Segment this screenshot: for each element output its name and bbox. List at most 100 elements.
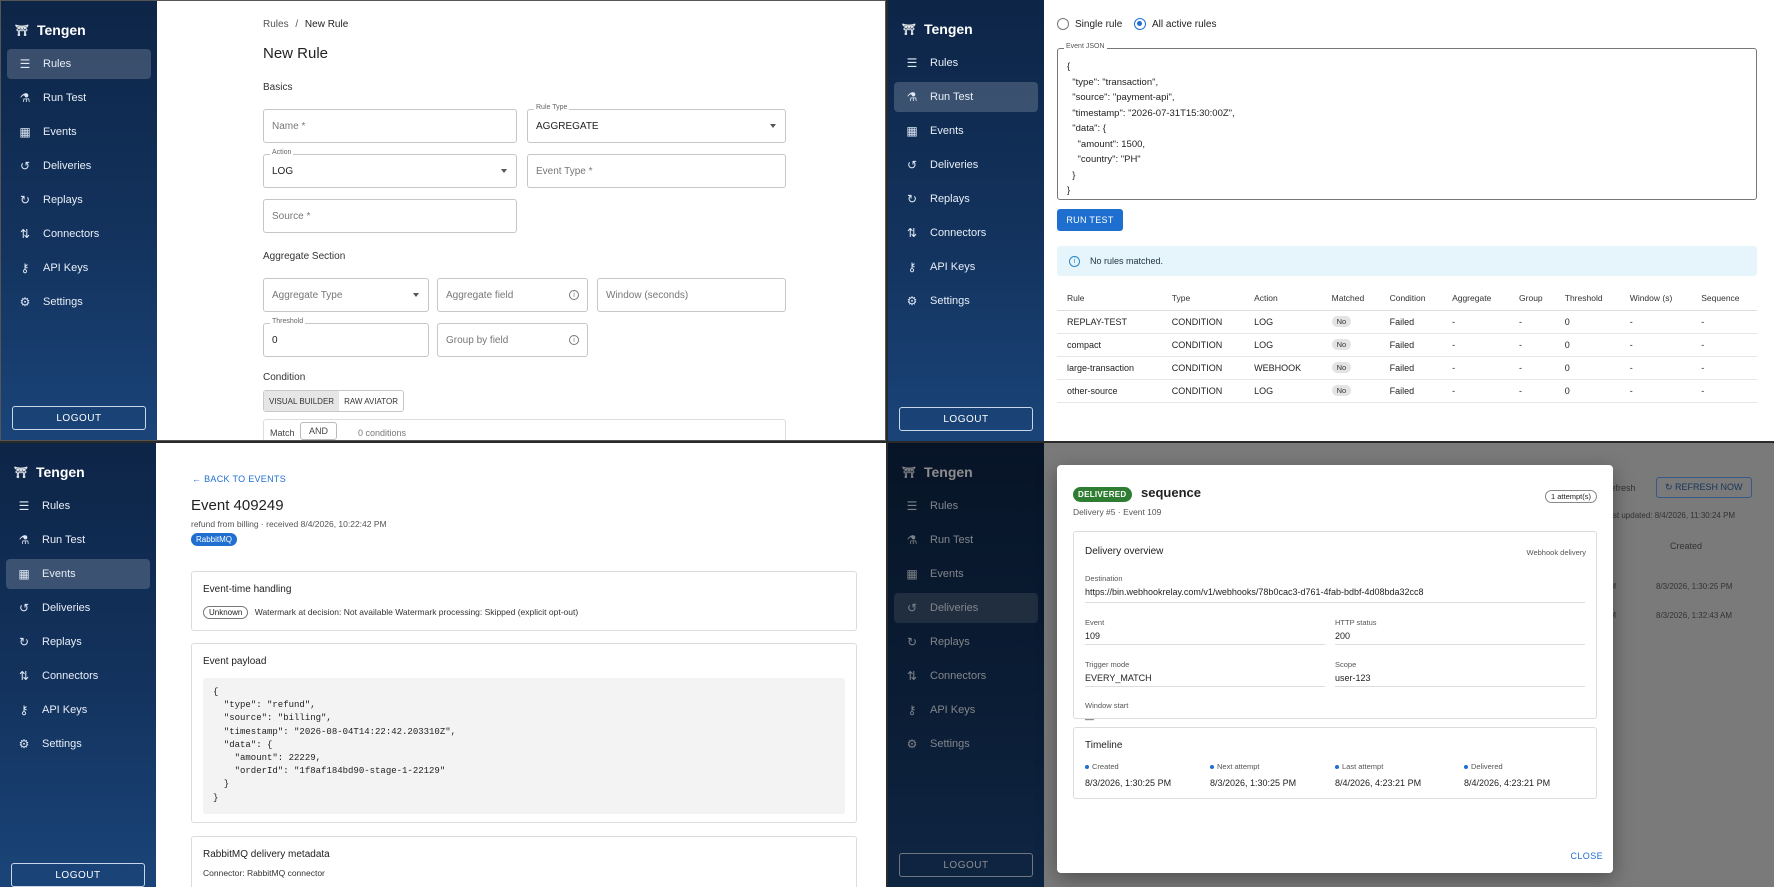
key-icon: ⚷ [907,260,917,274]
sidebar-item-run-test[interactable]: ⚗ Run Test [6,525,150,555]
breadcrumb-rules-link[interactable]: Rules [263,19,289,30]
sidebar-item-events[interactable]: ▦ Events [894,559,1038,589]
sidebar-item-run-test[interactable]: ⚗ Run Test [7,83,151,113]
sidebar-item-replays[interactable]: ↻ Replays [6,627,150,657]
column-header: Aggregate [1442,286,1510,311]
single-rule-radio[interactable]: Single rule [1057,18,1122,30]
sidebar-item-rules[interactable]: ☰ Rules [6,491,150,521]
group-by-field-input[interactable]: Group by field i [437,323,588,357]
table-cell: - [1442,379,1510,403]
threshold-input[interactable]: Threshold 0 [263,318,429,357]
event-field: Event 109 [1085,618,1105,641]
sidebar-item-replays[interactable]: ↻ Replays [894,184,1038,214]
sidebar-item-replays[interactable]: ↻ Replays [894,627,1038,657]
payload-code-block: { "type": "refund", "source": "billing",… [203,678,845,814]
table-cell: - [1619,356,1692,380]
event-type-input[interactable]: Event Type * [527,154,786,188]
sidebar-item-connectors[interactable]: ⇅ Connectors [6,661,150,691]
logout-button[interactable]: LOGOUT [899,407,1033,431]
sidebar-item-settings[interactable]: ⚙ Settings [894,729,1038,759]
sidebar-item-events[interactable]: ▦ Events [894,116,1038,146]
brand: ⛩ Tengen [14,464,85,480]
column-header: Sequence [1691,286,1757,311]
new-rule-content: Rules / New Rule New Rule Basics Name * … [157,1,885,440]
gear-icon: ⚙ [906,737,918,751]
sidebar-item-deliveries[interactable]: ↺ Deliveries [894,150,1038,180]
table-cell: - [1509,333,1555,357]
window-seconds-input[interactable]: Window (seconds) [597,278,786,312]
sidebar-item-deliveries[interactable]: ↺ Deliveries [7,151,151,181]
action-select[interactable]: Action LOG [263,149,517,188]
refresh-now-button[interactable]: ↻ REFRESH NOW [1656,477,1752,498]
page-title: New Rule [263,45,329,62]
column-header: Rule [1057,286,1162,311]
new-rule-panel: ⛩ Tengen ☰ Rules ⚗ Run Test ▦ Events ↺ Delive… [0,0,886,441]
visual-builder-tab[interactable]: VISUAL BUILDER [264,391,340,411]
back-to-events-link[interactable]: ← BACK TO EVENTS [192,474,286,484]
table-cell: - [1691,333,1757,357]
all-active-rules-radio[interactable]: All active rules [1134,18,1216,30]
event-payload-card: Event payload { "type": "refund", "sourc… [191,643,857,823]
connector-icon: ⇅ [906,226,918,240]
row-created-2: 8/3/2026, 1:32:43 AM [1656,611,1733,620]
aggregate-field-input[interactable]: Aggregate field i [437,278,588,312]
sidebar-item-settings[interactable]: ⚙ Settings [6,729,150,759]
table-cell: - [1691,379,1757,403]
sidebar-item-run-test[interactable]: ⚗ Run Test [894,82,1038,112]
sidebar-item-api-keys[interactable]: ⚷ API Keys [6,695,150,725]
logout-button[interactable]: LOGOUT [11,863,145,887]
sidebar-item-connectors[interactable]: ⇅ Connectors [7,219,151,249]
timeline-next-attempt: Next attempt 8/3/2026, 1:30:25 PM [1210,762,1297,788]
basics-heading: Basics [263,82,293,93]
sidebar-item-api-keys[interactable]: ⚷ API Keys [894,252,1038,282]
table-cell: large-transaction [1057,356,1162,380]
flask-icon: ⚗ [906,90,918,104]
close-button[interactable]: CLOSE [1570,851,1603,861]
table-row: other-source CONDITION LOG No Failed - -0- - [1057,379,1757,403]
column-header: Matched [1321,286,1380,311]
table-cell: Failed [1379,333,1443,357]
sidebar-item-rules[interactable]: ☰ Rules [894,491,1038,521]
connector-icon: ⇅ [906,669,918,683]
row-created-1: 8/3/2026, 1:30:25 PM [1656,582,1733,591]
sidebar-item-run-test[interactable]: ⚗ Run Test [894,525,1038,555]
replay-icon: ↻ [906,192,918,206]
table-cell: - [1619,310,1692,334]
table-cell: - [1691,356,1757,380]
sidebar-item-events[interactable]: ▦ Events [6,559,150,589]
rule-type-select[interactable]: Rule Type AGGREGATE [527,104,786,143]
sidebar-item-replays[interactable]: ↻ Replays [7,185,151,215]
window-start-field: Window start — [1085,701,1129,724]
sidebar-item-api-keys[interactable]: ⚷ API Keys [7,253,151,283]
name-input[interactable]: Name * [263,109,517,143]
match-row: Match AND 0 conditions [263,419,786,440]
sidebar-item-rules[interactable]: ☰ Rules [7,49,151,79]
sidebar-item-settings[interactable]: ⚙ Settings [7,287,151,317]
sidebar-item-api-keys[interactable]: ⚷ API Keys [894,695,1038,725]
sidebar-item-rules[interactable]: ☰ Rules [894,48,1038,78]
column-header: Threshold [1554,286,1620,311]
run-test-button[interactable]: RUN TEST [1057,209,1123,231]
event-content: ← BACK TO EVENTS Event 409249 refund fro… [156,443,886,887]
raw-aviator-tab[interactable]: RAW AVIATOR [339,391,403,411]
table-cell: CONDITION [1161,356,1245,380]
aggregate-type-select[interactable]: Aggregate Type [263,278,429,312]
key-icon: ⚷ [20,261,30,275]
chevron-down-icon [770,124,776,128]
destination-field: Destination https://bin.webhookrelay.com/… [1085,574,1424,597]
matched-chip: No [1331,362,1352,373]
rabbitmq-metadata-card: RabbitMQ delivery metadata Connector: Ra… [191,836,857,887]
sidebar-item-settings[interactable]: ⚙ Settings [894,286,1038,316]
logout-button[interactable]: LOGOUT [12,406,146,430]
sidebar-item-connectors[interactable]: ⇅ Connectors [894,218,1038,248]
sidebar-item-connectors[interactable]: ⇅ Connectors [894,661,1038,691]
logout-button[interactable]: LOGOUT [899,853,1033,877]
column-header: Group [1509,286,1555,311]
sidebar-item-deliveries[interactable]: ↺ Deliveries [894,593,1038,623]
sidebar-item-events[interactable]: ▦ Events [7,117,151,147]
event-json-textarea[interactable]: Event JSON { "type": "transaction", "sou… [1057,43,1757,200]
sidebar-item-deliveries[interactable]: ↺ Deliveries [6,593,150,623]
table-cell: LOG [1244,379,1322,403]
match-select[interactable]: AND [300,422,338,440]
source-input[interactable]: Source * [263,199,517,233]
